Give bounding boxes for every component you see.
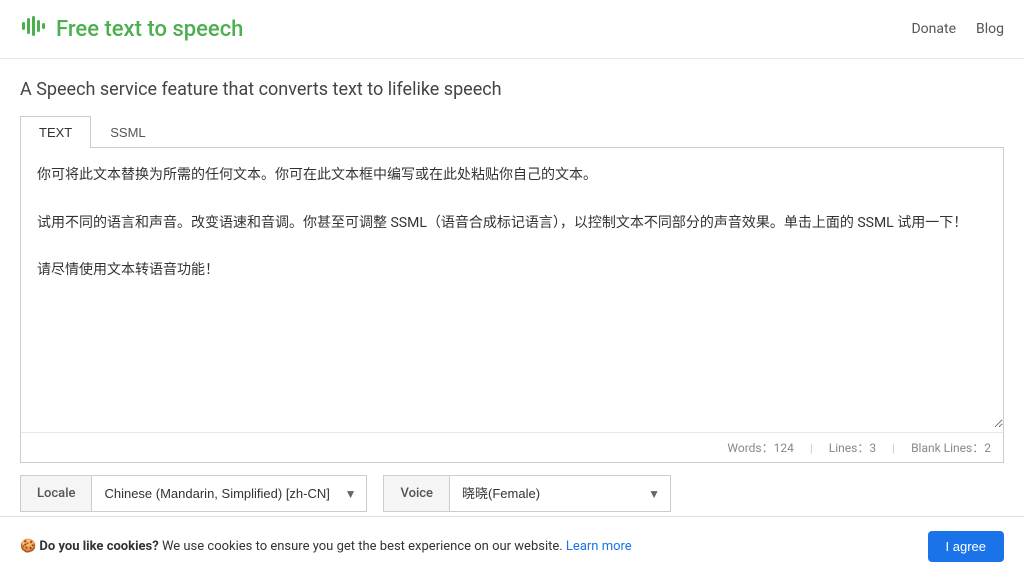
words-stat: Words：124 bbox=[727, 439, 793, 456]
textarea-wrapper: Words：124 | Lines：3 | Blank Lines：2 bbox=[20, 148, 1004, 463]
tab-ssml[interactable]: SSML bbox=[91, 116, 164, 148]
text-input[interactable] bbox=[21, 148, 1003, 428]
locale-select-wrapper: Chinese (Mandarin, Simplified) [zh-CN] E… bbox=[92, 475, 367, 512]
cookie-text: 🍪 Do you like cookies? We use cookies to… bbox=[20, 539, 920, 554]
lines-stat: Lines：3 bbox=[829, 439, 876, 456]
locale-label: Locale bbox=[20, 475, 92, 512]
blank-lines-stat: Blank Lines：2 bbox=[911, 439, 991, 456]
voice-label: Voice bbox=[383, 475, 450, 512]
header-nav: Donate Blog bbox=[911, 21, 1004, 37]
header: Free text to speech Donate Blog bbox=[0, 0, 1024, 59]
cookie-title: Do you like cookies? bbox=[39, 539, 158, 554]
voice-select-wrapper: 晓晓(Female) 云扬(Male) ▼ bbox=[450, 475, 671, 512]
subtitle: A Speech service feature that converts t… bbox=[20, 79, 1004, 100]
cookie-description: We use cookies to ensure you get the bes… bbox=[162, 539, 566, 554]
cookie-agree-button[interactable]: I agree bbox=[928, 531, 1004, 562]
cookie-banner: 🍪 Do you like cookies? We use cookies to… bbox=[0, 516, 1024, 576]
locale-control-group: Locale Chinese (Mandarin, Simplified) [z… bbox=[20, 475, 367, 512]
voice-select[interactable]: 晓晓(Female) 云扬(Male) bbox=[450, 476, 670, 511]
logo-icon bbox=[20, 12, 48, 46]
tabs: TEXT SSML bbox=[20, 116, 1004, 148]
blog-link[interactable]: Blog bbox=[976, 21, 1004, 37]
donate-link[interactable]: Donate bbox=[911, 21, 956, 37]
logo-area: Free text to speech bbox=[20, 12, 243, 46]
controls-row: Locale Chinese (Mandarin, Simplified) [z… bbox=[20, 463, 1004, 520]
cookie-emoji: 🍪 bbox=[20, 539, 36, 554]
cookie-learn-more-link[interactable]: Learn more bbox=[566, 539, 632, 554]
locale-select[interactable]: Chinese (Mandarin, Simplified) [zh-CN] E… bbox=[92, 476, 366, 511]
separator-2: | bbox=[892, 441, 895, 455]
main-content: A Speech service feature that converts t… bbox=[0, 59, 1024, 530]
logo-text: Free text to speech bbox=[56, 17, 243, 42]
textarea-stats: Words：124 | Lines：3 | Blank Lines：2 bbox=[21, 432, 1003, 462]
tab-text[interactable]: TEXT bbox=[20, 116, 91, 148]
voice-control-group: Voice 晓晓(Female) 云扬(Male) ▼ bbox=[383, 475, 671, 512]
separator-1: | bbox=[810, 441, 813, 455]
